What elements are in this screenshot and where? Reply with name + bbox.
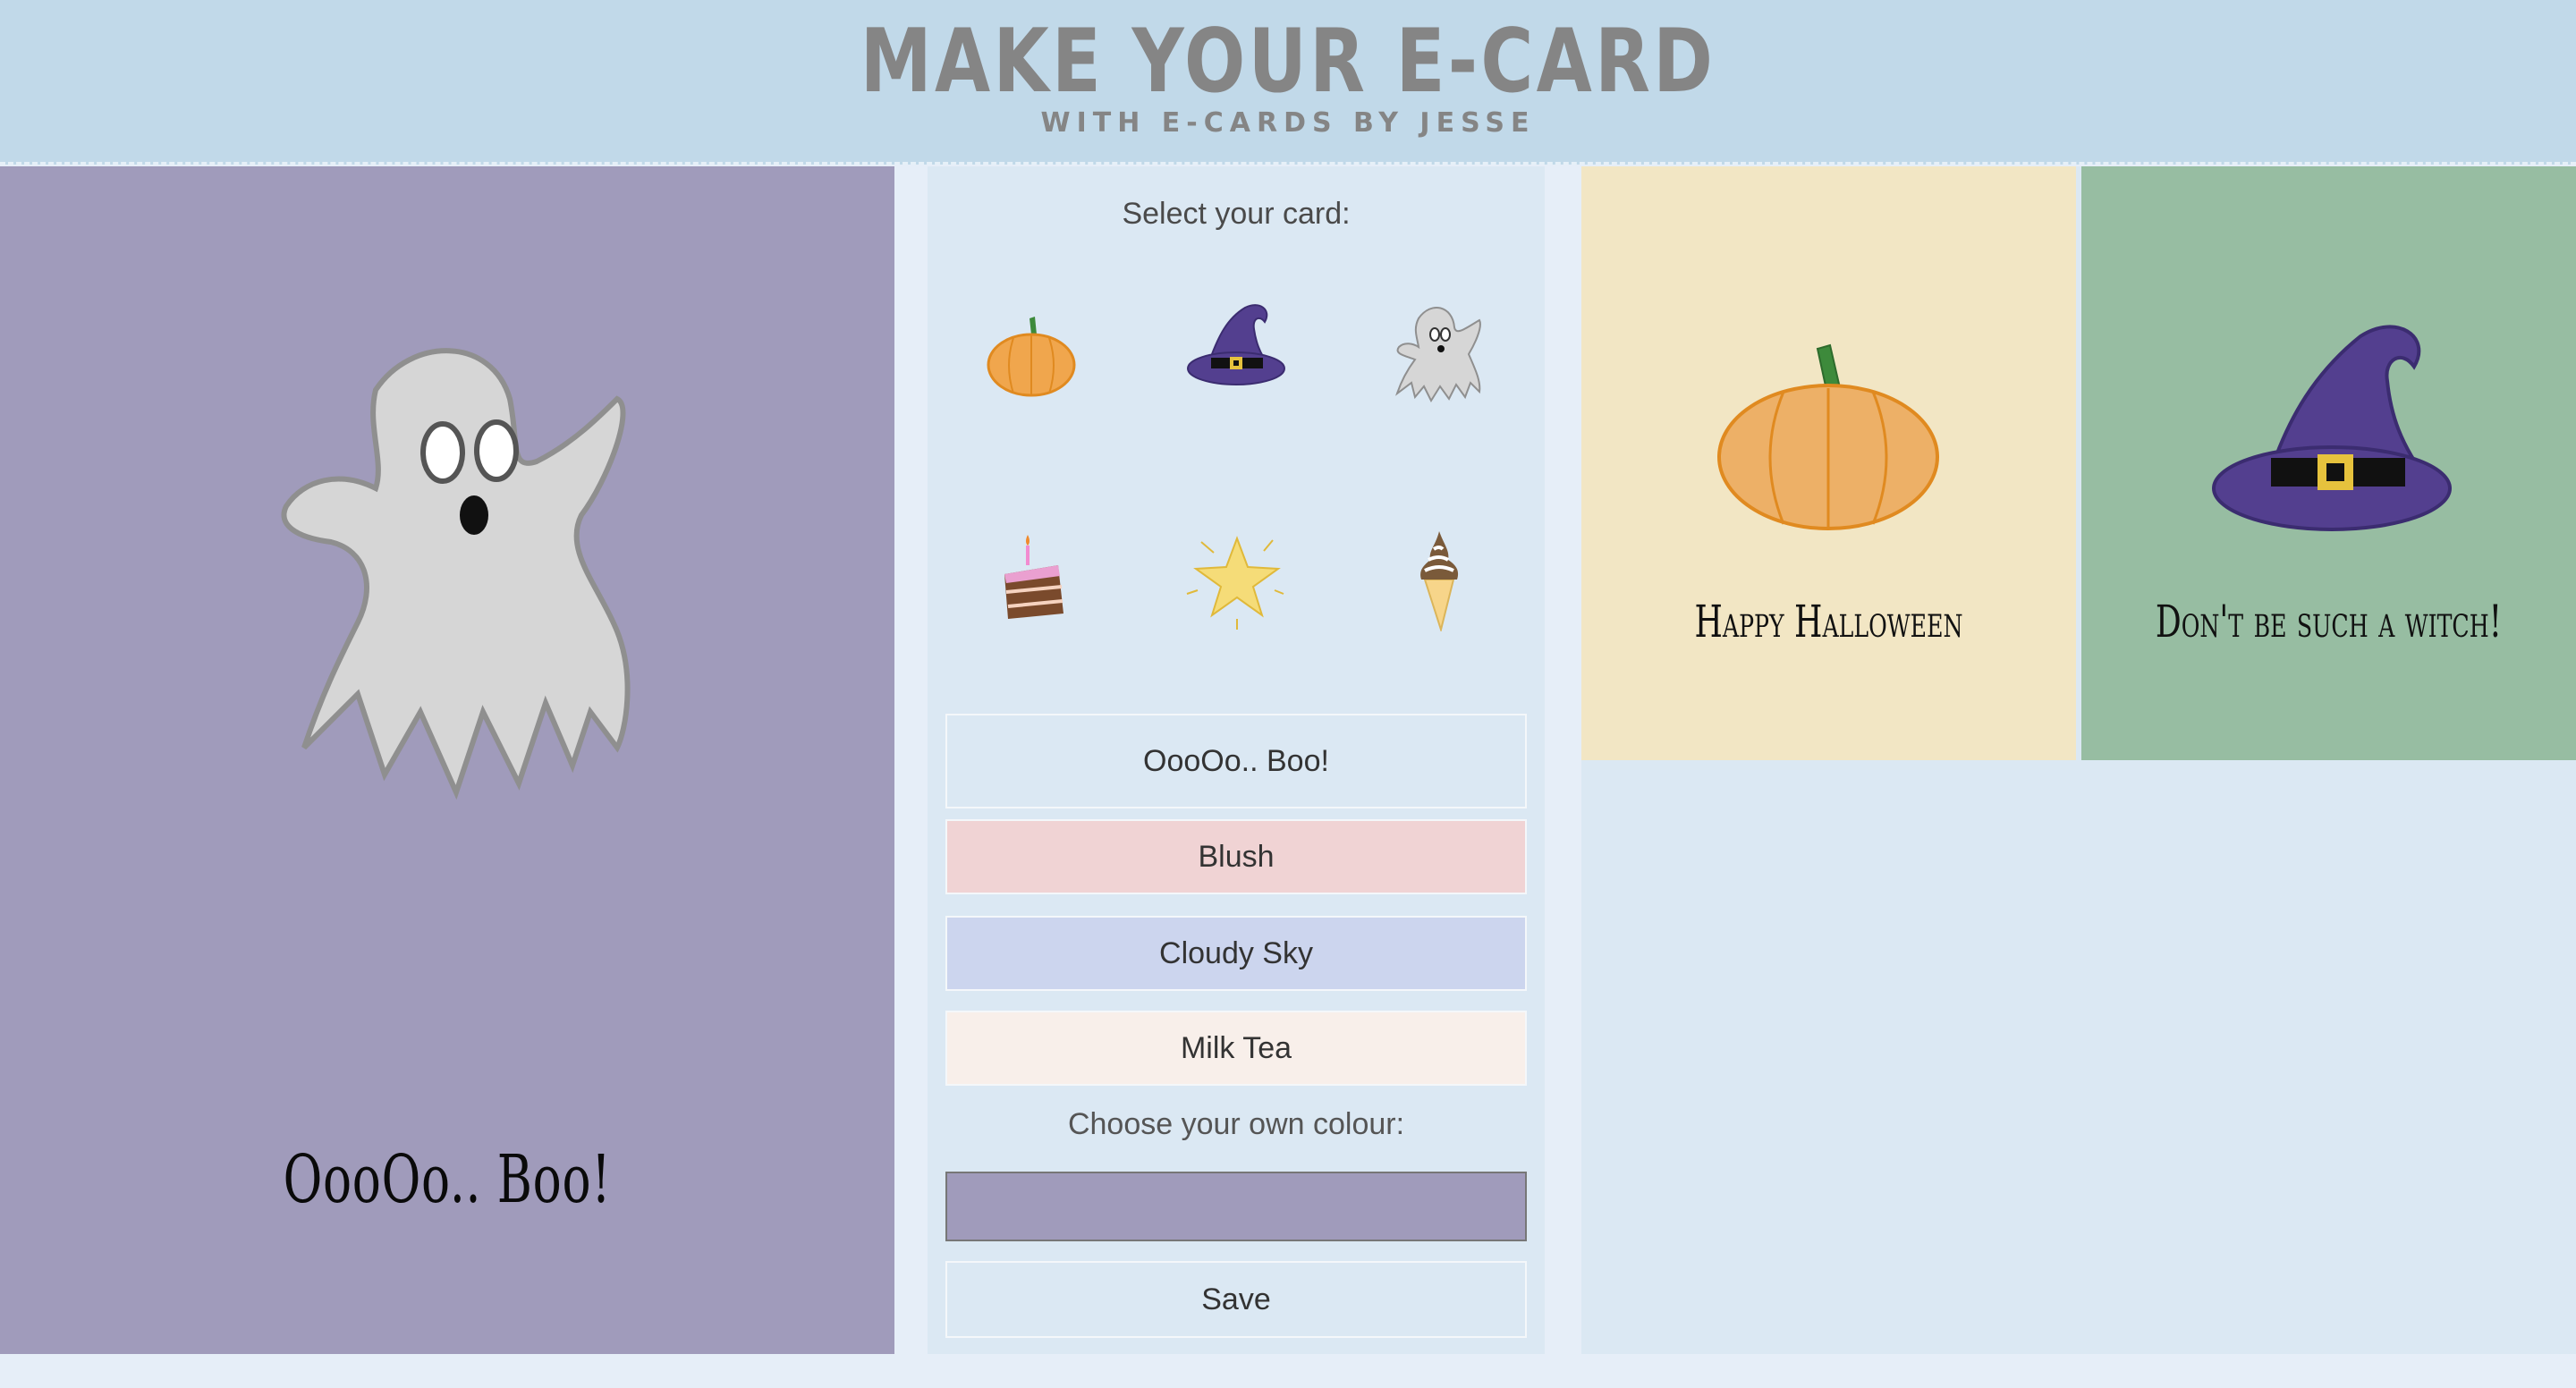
save-button[interactable]: Save	[945, 1261, 1527, 1338]
ghost-thumbnail[interactable]	[1385, 300, 1492, 408]
ice-cream-thumbnail[interactable]	[1385, 524, 1493, 633]
witch-hat-icon	[1187, 304, 1285, 385]
witch-hat-icon	[2212, 325, 2452, 531]
ghost-icon	[281, 348, 631, 800]
pumpkin-icon	[987, 317, 1076, 397]
ghost-icon	[1395, 307, 1481, 403]
card-gallery: Happy Halloween Don't be such a witch!	[1581, 166, 2576, 1354]
colour-picker[interactable]	[945, 1172, 1527, 1241]
card-title: Happy Halloween	[1694, 596, 1963, 647]
option-cloudy-sky[interactable]: Cloudy Sky	[945, 916, 1527, 991]
card-title: Don't be such a witch!	[2155, 596, 2503, 647]
choose-colour-label: Choose your own colour:	[1067, 1107, 1405, 1141]
cake-thumbnail[interactable]	[981, 524, 1089, 631]
card-dont-be-such-a-witch[interactable]: Don't be such a witch!	[2081, 166, 2576, 760]
page-title: MAKE YOUR E-CARD	[860, 11, 1716, 113]
star-icon	[1186, 536, 1284, 630]
witch-hat-thumbnail[interactable]	[1182, 292, 1290, 399]
pumpkin-thumbnail[interactable]	[978, 300, 1085, 408]
card-message: OooOo.. Boo!	[283, 1141, 612, 1218]
option-oooo-boo[interactable]: OooOo.. Boo!	[945, 714, 1527, 808]
option-blush[interactable]: Blush	[945, 819, 1527, 894]
ice-cream-icon	[1420, 531, 1459, 633]
page-subtitle: WITH E-CARDS BY JESSE	[1040, 107, 1536, 139]
star-thumbnail[interactable]	[1183, 524, 1291, 631]
page-header: MAKE YOUR E-CARD WITH E-CARDS BY JESSE	[0, 0, 2576, 165]
option-milk-tea[interactable]: Milk Tea	[945, 1011, 1527, 1086]
select-card-label: Select your card:	[1122, 197, 1351, 231]
editor-panel: Select your card: OooOo.. Boo! Blush Clo…	[928, 166, 1545, 1354]
cake-icon	[1004, 535, 1063, 619]
page-footer	[0, 1354, 2576, 1388]
pumpkin-icon	[1717, 343, 1939, 530]
card-preview: OooOo.. Boo!	[0, 166, 894, 1354]
card-happy-halloween[interactable]: Happy Halloween	[1581, 166, 2076, 760]
